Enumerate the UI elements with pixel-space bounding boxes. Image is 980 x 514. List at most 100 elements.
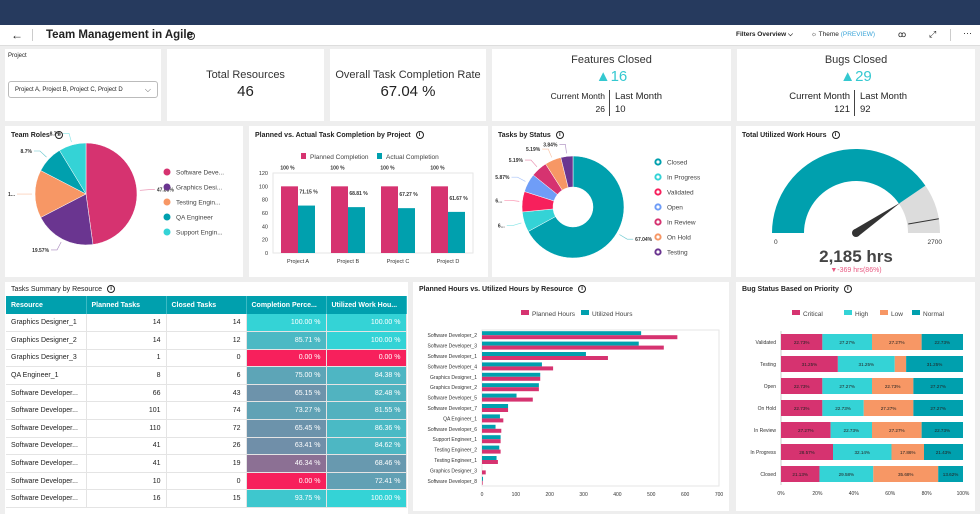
table-cell: Software Developer...	[6, 489, 87, 509]
table-row[interactable]: QA Engineer_1 8 6 75.00 % 84.38 %	[6, 366, 407, 385]
table-cell: 100.00 %	[326, 314, 407, 333]
table-row[interactable]: Software Developer... 66 43 65.15 % 82.48 %	[6, 384, 407, 403]
project-select[interactable]: Project A, Project B, Project C, Project…	[8, 81, 158, 98]
bar-utilized	[482, 341, 639, 346]
table-row[interactable]: Graphics Designer_3 1 0 0.00 % 0.00 %	[6, 349, 407, 368]
kpi-number: 16	[610, 68, 628, 85]
table-row[interactable]: Software Developer... 41 26 63.41 % 84.62 %	[6, 437, 407, 456]
total-resources-card: Total Resources 46	[167, 49, 324, 121]
legend-marker	[654, 233, 662, 241]
info-icon[interactable]: i	[107, 285, 116, 293]
filters-label: Filters Overview	[736, 31, 787, 38]
legend-label: In Review	[667, 220, 696, 227]
legend-label: Testing Engin...	[176, 200, 221, 207]
column-header[interactable]: Resource	[6, 296, 87, 314]
slice-label: 5.19%	[509, 158, 524, 164]
data-label: 21.13%	[792, 472, 808, 477]
info-icon[interactable]: i	[187, 32, 195, 40]
table-cell: 100.00 %	[326, 489, 407, 509]
table-cell: 93.75 %	[246, 489, 327, 509]
column-header[interactable]: Completion Perce...	[246, 296, 327, 314]
bar-planned	[482, 449, 501, 454]
y-tick-label: Software Developer_5	[428, 396, 478, 402]
y-tick-label: QA Engineer_1	[443, 416, 477, 422]
divider	[32, 29, 33, 41]
gauge-delta-label: ▼-369 hrs(86%)	[830, 267, 881, 274]
table-cell: 16	[86, 489, 167, 509]
legend-label: Normal	[923, 311, 945, 318]
bar-planned	[482, 428, 502, 433]
legend-marker	[654, 188, 662, 196]
table-cell: Software Developer...	[6, 401, 87, 421]
table-row[interactable]: Software Developer... 41 19 46.34 % 68.46 %	[6, 454, 407, 473]
legend-marker	[880, 310, 888, 315]
table-cell: Graphics Designer_3	[6, 349, 87, 368]
planned-actual-card: Planned vs. Actual Task Completion by Pr…	[249, 126, 488, 277]
team-roles-pie: 47.83%19.57%1...8.7%8.7%Software Deve...…	[8, 131, 224, 254]
table-row[interactable]: Software Developer... 10 0 0.00 % 72.41 %	[6, 472, 407, 491]
legend-label: Actual Completion	[386, 154, 439, 161]
table-row[interactable]: Software Developer... 16 15 93.75 % 100.00 %	[6, 489, 407, 509]
data-label: 22.73%	[794, 406, 810, 411]
work-hours-gauge: 0 2700 2,185 hrs▼-369 hrs(86%)	[772, 149, 942, 274]
column-header[interactable]: Utilized Work Hou...	[326, 296, 407, 314]
table-cell: Software Developer...	[6, 384, 87, 403]
tasks-status-donut: 67.04%6...6...5.87%5.19%5.19%3.84%Closed…	[495, 142, 701, 259]
table-cell: 6	[166, 366, 247, 385]
legend-label: Validated	[667, 190, 694, 197]
table-row[interactable]: Software Developer... 110 72 65.45 % 86.36 %	[6, 419, 407, 438]
glasses-icon[interactable]: ꝏ	[898, 30, 906, 39]
table-row[interactable]: Graphics Designer_1 14 14 100.00 % 100.00 %	[6, 314, 407, 333]
gauge-needle	[853, 202, 901, 237]
expand-icon[interactable]: ⤢	[929, 29, 936, 40]
data-label: 100 %	[380, 165, 395, 171]
legend-marker	[521, 310, 529, 315]
data-label: 29.58%	[839, 472, 855, 477]
data-label: 27.27%	[930, 406, 946, 411]
legend-marker	[844, 310, 852, 315]
table-cell: 72.41 %	[326, 472, 407, 491]
legend-label: QA Engineer	[176, 215, 214, 222]
data-label: 27.27%	[798, 428, 814, 433]
legend-label: Software Deve...	[176, 170, 224, 177]
data-label: 22.73%	[935, 340, 951, 345]
y-tick-label: Validated	[756, 340, 777, 346]
legend-marker	[792, 310, 800, 315]
bar-utilized	[482, 435, 501, 440]
kpi-title: Features Closed	[571, 54, 652, 66]
bar-planned	[482, 408, 509, 412]
bar	[298, 205, 315, 253]
theme-button[interactable]: ☼ Theme (PREVIEW)	[811, 31, 875, 38]
table-cell: 74	[166, 401, 247, 421]
y-tick-label: 40	[262, 224, 268, 230]
column-header[interactable]: Planned Tasks	[86, 296, 167, 314]
table-cell: 14	[86, 314, 167, 333]
legend-marker	[654, 203, 662, 211]
table-cell: 81.55 %	[326, 401, 407, 421]
kpi-value: ▲16	[492, 68, 731, 85]
bugs-closed-card: Bugs Closed ▲29 Current Month 121 Last Mo…	[737, 49, 975, 121]
table-cell: 1	[86, 349, 167, 368]
legend-label: Low	[891, 311, 903, 318]
x-tick-label: Project D	[437, 259, 460, 265]
more-icon[interactable]: ···	[963, 28, 972, 38]
table-cell: QA Engineer_1	[6, 366, 87, 385]
table-row[interactable]: Graphics Designer_2 14 12 85.71 % 100.00 %	[6, 331, 407, 350]
column-header[interactable]: Closed Tasks	[166, 296, 247, 314]
legend-label: On Hold	[667, 235, 691, 242]
legend-label: Testing	[667, 250, 688, 257]
last-month: Last Month 10	[615, 90, 662, 116]
filters-overview-button[interactable]: Filters Overview ⌵	[736, 31, 793, 39]
slice-leader	[62, 133, 72, 143]
bar-utilized	[482, 456, 497, 460]
bar-planned	[482, 439, 501, 444]
x-tick-label: 0	[481, 492, 484, 498]
data-label: 13.62%	[943, 472, 959, 477]
bar-utilized	[482, 476, 484, 481]
table-row[interactable]: Software Developer... 101 74 73.27 % 81.55 %	[6, 401, 407, 421]
back-arrow-icon[interactable]: ←	[11, 28, 23, 42]
bug-priority-card: Bug Status Based on Priority i 22.73% 27.2…	[736, 282, 975, 511]
slice-leader	[511, 176, 526, 182]
legend-marker	[163, 198, 171, 206]
top-bar	[0, 0, 980, 25]
